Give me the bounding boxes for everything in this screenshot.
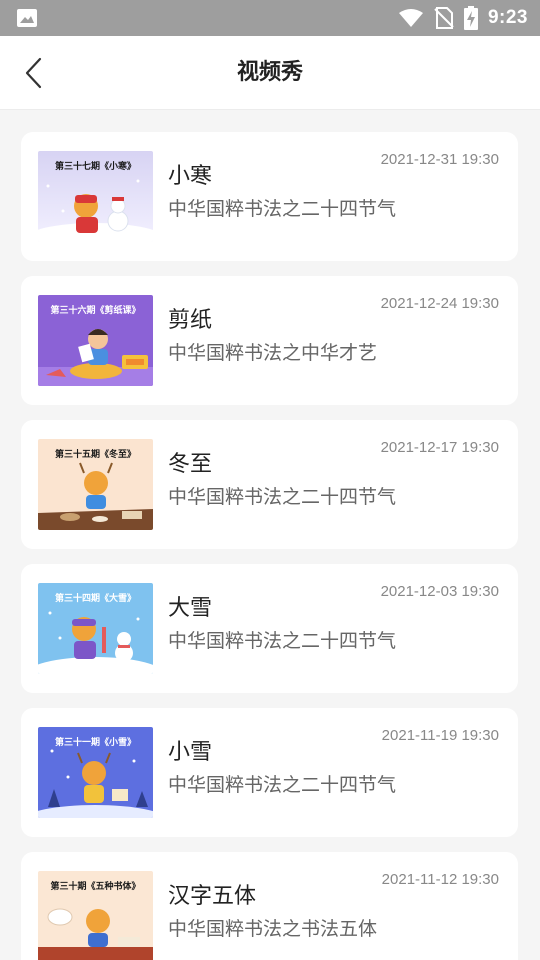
thumbnail-title: 第三十一期《小雪》 xyxy=(54,738,136,748)
video-list: 第三十七期《小寒》 小寒 中华国粹书法之二十四节气 2021-12-31 19:… xyxy=(21,132,518,960)
video-title: 剪纸 xyxy=(168,308,213,333)
video-title: 汉字五体 xyxy=(168,884,257,909)
video-thumbnail: 第三十四期《大雪》 xyxy=(38,583,153,674)
video-date: 2021-12-31 19:30 xyxy=(380,151,499,168)
video-subtitle: 中华国粹书法之中华才艺 xyxy=(168,342,378,364)
video-date: 2021-12-24 19:30 xyxy=(380,295,499,312)
no-sim-icon xyxy=(434,7,454,29)
video-subtitle: 中华国粹书法之二十四节气 xyxy=(168,630,397,652)
video-subtitle: 中华国粹书法之二十四节气 xyxy=(168,198,397,220)
video-date: 2021-11-19 19:30 xyxy=(381,727,499,744)
wifi-icon xyxy=(398,9,423,27)
status-time: 9:23 xyxy=(487,7,528,28)
gallery-icon xyxy=(17,9,37,27)
video-thumbnail: 第三十七期《小寒》 xyxy=(38,151,153,242)
status-icons: 9:23 xyxy=(398,0,528,36)
page-title: 视频秀 xyxy=(236,60,303,85)
thumbnail-title: 第三十七期《小寒》 xyxy=(54,162,136,172)
thumbnail-title: 第三十期《五种书体》 xyxy=(50,882,141,892)
video-thumbnail: 第三十一期《小雪》 xyxy=(38,727,153,818)
video-thumbnail: 第三十六期《剪纸课》 xyxy=(38,295,153,386)
status-bar: 9:23 xyxy=(0,0,540,36)
video-title: 大雪 xyxy=(168,596,213,621)
video-date: 2021-12-17 19:30 xyxy=(380,439,499,456)
video-card[interactable]: 第三十四期《大雪》 大雪 中华国粹书法之二十四节气 2021-12-03 19:… xyxy=(21,564,518,693)
video-card[interactable]: 第三十一期《小雪》 小雪 中华国粹书法之二十四节气 2021-11-19 19:… xyxy=(21,708,518,837)
thumbnail-title: 第三十五期《冬至》 xyxy=(54,450,136,460)
video-date: 2021-11-12 19:30 xyxy=(381,871,499,888)
thumbnail-title: 第三十六期《剪纸课》 xyxy=(50,306,141,316)
video-thumbnail: 第三十期《五种书体》 xyxy=(38,871,153,960)
video-subtitle: 中华国粹书法之二十四节气 xyxy=(168,774,397,796)
video-title: 小雪 xyxy=(168,740,213,765)
app-bar: 视频秀 xyxy=(0,36,540,110)
thumbnail-title: 第三十四期《大雪》 xyxy=(54,594,136,604)
video-card[interactable]: 第三十期《五种书体》 汉字五体 中华国粹书法之书法五体 2021-11-12 1… xyxy=(21,852,518,960)
battery-charging-icon xyxy=(463,6,478,30)
video-subtitle: 中华国粹书法之书法五体 xyxy=(168,918,378,940)
video-thumbnail: 第三十五期《冬至》 xyxy=(38,439,153,530)
video-card[interactable]: 第三十六期《剪纸课》 剪纸 中华国粹书法之中华才艺 2021-12-24 19:… xyxy=(21,276,518,405)
video-date: 2021-12-03 19:30 xyxy=(380,583,499,600)
video-card[interactable]: 第三十五期《冬至》 冬至 中华国粹书法之二十四节气 2021-12-17 19:… xyxy=(21,420,518,549)
video-subtitle: 中华国粹书法之二十四节气 xyxy=(168,486,397,508)
video-title: 小寒 xyxy=(168,164,213,189)
video-card[interactable]: 第三十七期《小寒》 小寒 中华国粹书法之二十四节气 2021-12-31 19:… xyxy=(21,132,518,261)
video-title: 冬至 xyxy=(168,452,213,477)
